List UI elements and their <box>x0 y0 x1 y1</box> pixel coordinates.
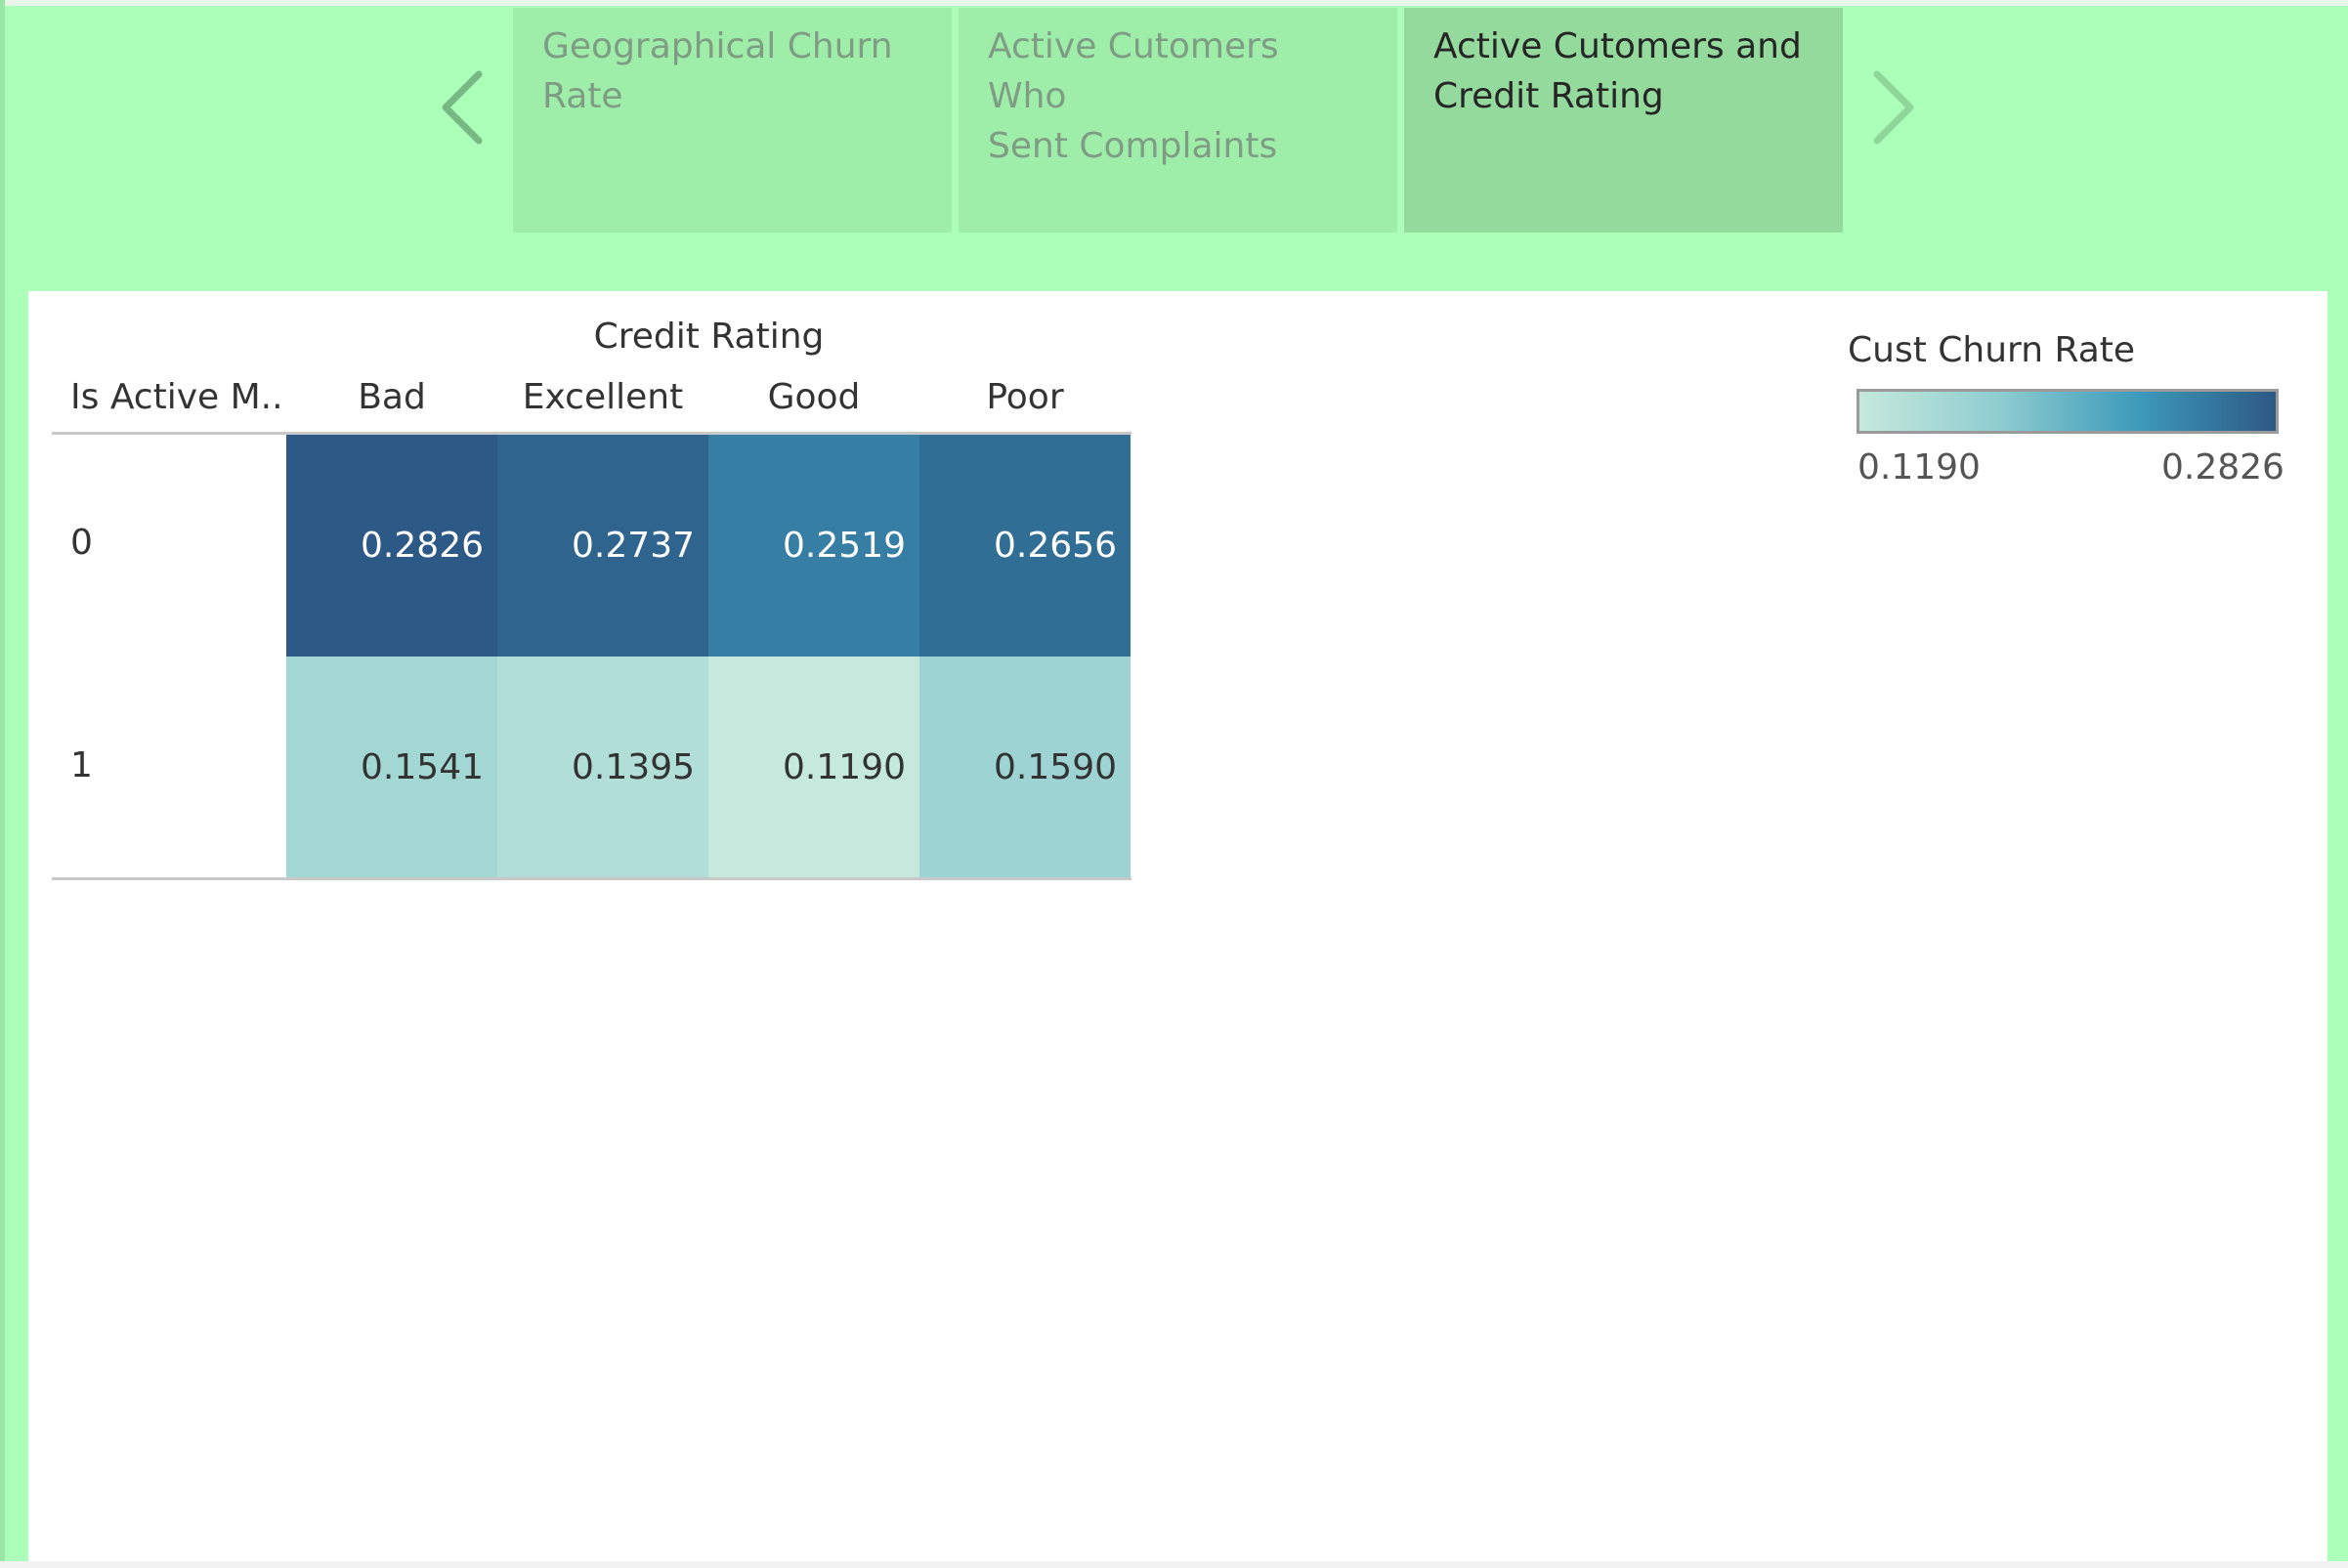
story-prev-button[interactable] <box>430 68 489 147</box>
legend-title: Cust Churn Rate <box>1848 330 2136 370</box>
legend-min-label: 0.1190 <box>1857 447 1981 487</box>
column-header-bad: Bad <box>358 377 426 417</box>
heatmap-cell-label: 0.1395 <box>572 747 695 787</box>
heatmap-cell[interactable]: 0.2826 <box>286 435 497 657</box>
story-tab-active-customers-complaints[interactable]: Active Cutomers Who Sent Complaints <box>959 8 1397 233</box>
chevron-left-icon <box>442 70 483 145</box>
story-next-button[interactable] <box>1867 68 1926 147</box>
heatmap-cell-label: 0.2737 <box>572 526 695 566</box>
story-tab-active-customers-credit-rating[interactable]: Active Cutomers and Credit Rating <box>1404 8 1843 233</box>
legend-color-ramp <box>1857 389 2279 434</box>
heatmap-cell-label: 0.1541 <box>361 747 484 787</box>
bottom-divider <box>52 877 1131 880</box>
left-edge <box>0 0 5 1568</box>
story-tab-label: Active Cutomers and <box>1433 26 1802 66</box>
chevron-right-icon <box>1873 70 1914 145</box>
column-header-excellent: Excellent <box>522 377 684 417</box>
story-tab-label: Rate <box>542 76 623 116</box>
heatmap-cell[interactable]: 0.1590 <box>919 657 1131 878</box>
heatmap-cell[interactable]: 0.1395 <box>497 657 708 878</box>
row-label-0: 0 <box>70 523 93 563</box>
heatmap-cell[interactable]: 0.1190 <box>708 657 919 878</box>
heatmap-cell-label: 0.2656 <box>994 526 1117 566</box>
heatmap-cell[interactable]: 0.2519 <box>708 435 919 657</box>
column-header-title: Credit Rating <box>593 317 825 357</box>
row-header-title: Is Active M.. <box>70 377 283 417</box>
legend-max-label: 0.2826 <box>2161 447 2284 487</box>
heatmap-cell[interactable]: 0.2737 <box>497 435 708 657</box>
heatmap-cell-label: 0.2519 <box>783 526 906 566</box>
bottom-bar <box>0 1561 2348 1568</box>
story-tab-label: Active Cutomers Who <box>988 26 1279 116</box>
heatmap-cell-label: 0.1190 <box>783 747 906 787</box>
story-tab-label: Sent Complaints <box>988 126 1278 166</box>
story-tab-label: Geographical Churn <box>542 26 893 66</box>
heatmap-cell[interactable]: 0.1541 <box>286 657 497 878</box>
heatmap-cell-label: 0.1590 <box>994 747 1117 787</box>
story-tab-geographical-churn-rate[interactable]: Geographical Churn Rate <box>513 8 952 233</box>
heatmap-cell[interactable]: 0.2656 <box>919 435 1131 657</box>
heatmap-cell-label: 0.2826 <box>361 526 484 566</box>
story-tab-label: Credit Rating <box>1433 76 1664 116</box>
row-label-1: 1 <box>70 745 93 785</box>
column-header-good: Good <box>767 377 861 417</box>
column-header-poor: Poor <box>986 377 1064 417</box>
top-edge <box>0 0 2348 6</box>
